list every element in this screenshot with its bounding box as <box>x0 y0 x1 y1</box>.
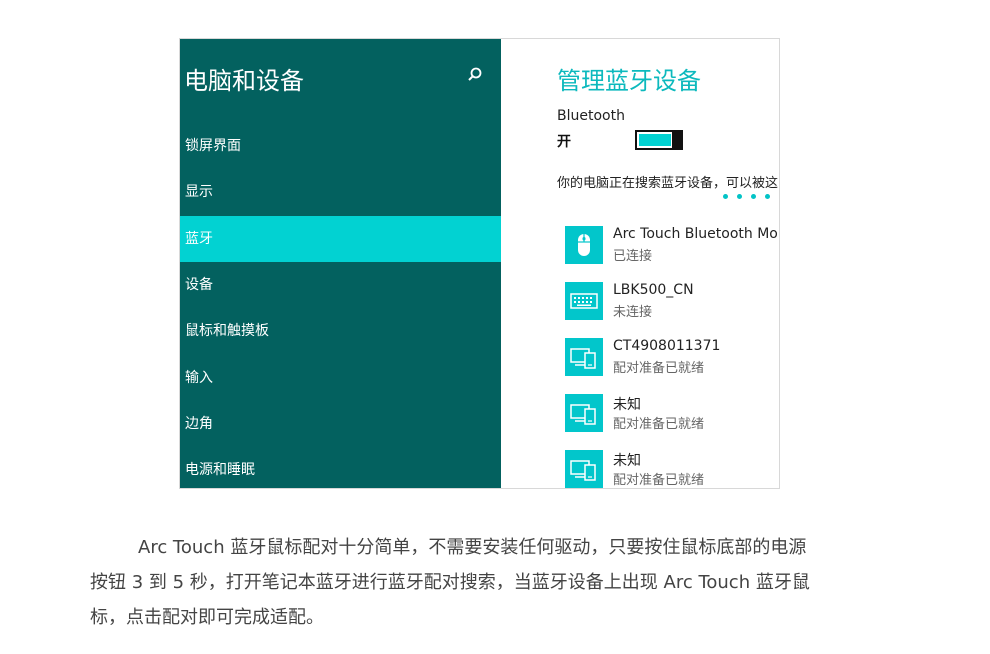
device-status: 已连接 <box>613 249 653 264</box>
device-name: 未知 <box>613 453 641 469</box>
search-icon[interactable] <box>466 66 484 84</box>
device-item[interactable]: 未知 配对准备已就绪 <box>565 450 779 488</box>
device-item[interactable]: LBK500_CN 未连接 <box>565 282 779 322</box>
device-item[interactable]: CT4908011371 配对准备已就绪 <box>565 338 779 378</box>
nav-item-corners[interactable]: 边角 <box>180 401 501 447</box>
bluetooth-toggle[interactable] <box>635 130 683 150</box>
nav-item-power-sleep[interactable]: 电源和睡眠 <box>180 447 501 488</box>
devices-icon <box>565 450 603 488</box>
mouse-icon <box>565 226 603 264</box>
sidebar-title: 电脑和设备 <box>184 67 304 95</box>
nav-item-mouse-touchpad[interactable]: 鼠标和触摸板 <box>180 308 501 354</box>
nav-item-devices[interactable]: 设备 <box>180 262 501 308</box>
device-item[interactable]: Arc Touch Bluetooth Mou 已连接 <box>565 226 780 266</box>
device-name: 未知 <box>613 397 641 413</box>
device-status: 配对准备已就绪 <box>613 473 705 488</box>
progress-dot <box>737 194 742 199</box>
device-name: Arc Touch Bluetooth Mou <box>613 226 780 242</box>
article-paragraph: Arc Touch 蓝牙鼠标配对十分简单，不需要安装任何驱动，只要按住鼠标底部的… <box>90 530 910 635</box>
keyboard-icon <box>565 282 603 320</box>
nav-item-lock-screen[interactable]: 锁屏界面 <box>180 123 501 169</box>
paragraph-line: 标，点击配对即可完成适配。 <box>90 607 324 628</box>
toggle-fill <box>639 134 671 146</box>
nav-item-typing[interactable]: 输入 <box>180 355 501 401</box>
toggle-thumb[interactable] <box>672 130 682 150</box>
settings-screenshot: 电脑和设备 锁屏界面 显示 蓝牙 设备 鼠标和触摸板 输入 边角 电源和睡眠 管… <box>179 38 780 489</box>
device-name: LBK500_CN <box>613 282 694 298</box>
settings-sidebar: 电脑和设备 锁屏界面 显示 蓝牙 设备 鼠标和触摸板 输入 边角 电源和睡眠 <box>180 39 501 488</box>
bluetooth-state: 开 <box>557 134 571 150</box>
page-title: 管理蓝牙设备 <box>557 67 701 95</box>
progress-dot <box>751 194 756 199</box>
device-item[interactable]: 未知 配对准备已就绪 <box>565 394 779 434</box>
devices-icon <box>565 338 603 376</box>
device-name: CT4908011371 <box>613 338 721 354</box>
nav-item-bluetooth[interactable]: 蓝牙 <box>180 216 501 262</box>
progress-dot <box>765 194 770 199</box>
bluetooth-label: Bluetooth <box>557 108 625 124</box>
paragraph-line: 按钮 3 到 5 秒，打开笔记本蓝牙进行蓝牙配对搜索，当蓝牙设备上出现 Arc … <box>90 572 810 593</box>
progress-dot <box>723 194 728 199</box>
nav-item-display[interactable]: 显示 <box>180 169 501 215</box>
devices-icon <box>565 394 603 432</box>
device-status: 配对准备已就绪 <box>613 361 705 376</box>
paragraph-line: Arc Touch 蓝牙鼠标配对十分简单，不需要安装任何驱动，只要按住鼠标底部的… <box>138 537 807 558</box>
searching-text: 你的电脑正在搜索蓝牙设备，可以被这 <box>557 176 779 191</box>
device-status: 未连接 <box>613 305 653 320</box>
bluetooth-panel: 管理蓝牙设备 Bluetooth 开 你的电脑正在搜索蓝牙设备，可以被这 Arc… <box>501 39 780 488</box>
device-status: 配对准备已就绪 <box>613 417 705 432</box>
